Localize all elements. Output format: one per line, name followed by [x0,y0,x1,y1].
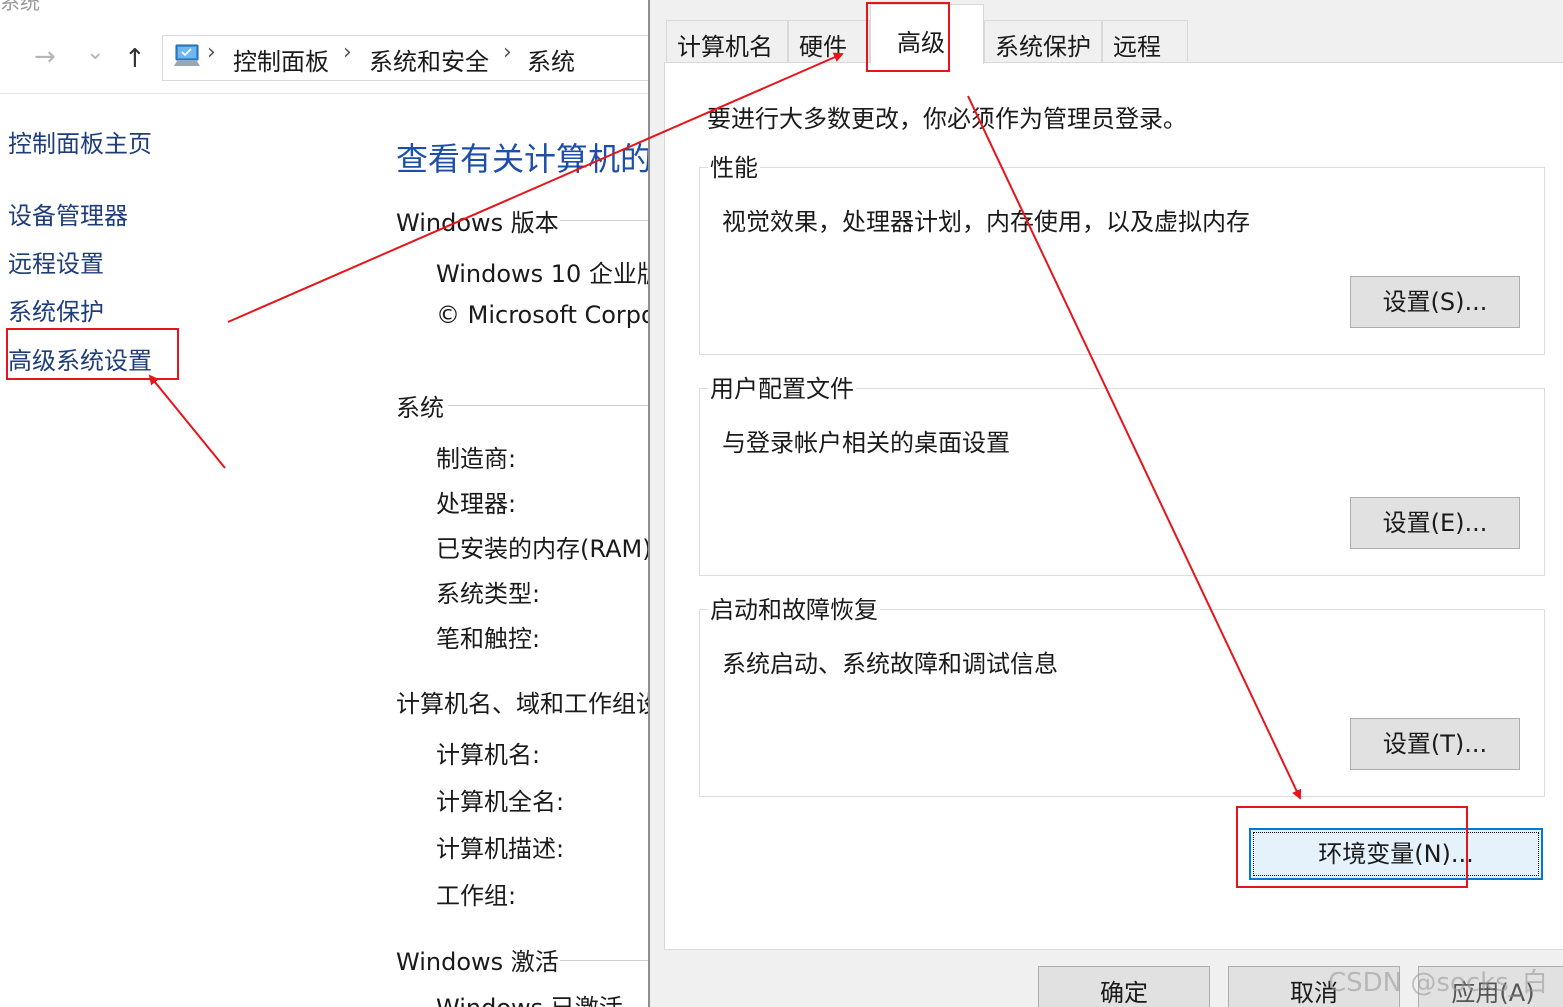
startup-recovery-group: 启动和故障恢复 系统启动、系统故障和调试信息 设置(T)... [699,590,1545,797]
windows-edition-name: Windows 10 企业版 [436,260,650,288]
section-divider [560,220,650,221]
pen-touch-label: 笔和触控: [436,625,541,653]
tab-remote[interactable]: 远程 [1102,20,1188,63]
back-arrow-icon[interactable]: → [34,42,56,72]
up-arrow-icon[interactable]: ↑ [124,44,146,74]
computer-name-header: 计算机名、域和工作组设 [396,690,650,718]
tab-advanced[interactable]: 高级 [870,4,984,64]
header-divider [0,93,650,94]
full-computer-name-label: 计算机全名: [436,788,565,816]
address-bar[interactable]: › 控制面板 › 系统和安全 › 系统 [162,35,650,81]
copyright-text: © Microsoft Corpo [436,301,650,329]
startup-recovery-description: 系统启动、系统故障和调试信息 [722,650,1058,678]
ram-label: 已安装的内存(RAM) [436,535,650,563]
system-header: 系统 [396,394,444,422]
control-panel-window: 系统 → ⌄ ↑ › 控制面板 › 系统和安全 › 系统 控制面板主页 设备管理… [0,0,650,1007]
environment-variables-button[interactable]: 环境变量(N)... [1249,828,1543,880]
sidebar-advanced-system-settings[interactable]: 高级系统设置 [8,341,152,376]
tab-hardware[interactable]: 硬件 [788,20,870,63]
system-type-label: 系统类型: [436,580,541,608]
startup-recovery-settings-button[interactable]: 设置(T)... [1350,718,1520,770]
tab-system-protection[interactable]: 系统保护 [984,20,1102,63]
tab-computer-name[interactable]: 计算机名 [666,20,788,63]
workgroup-label: 工作组: [436,882,517,910]
recent-dropdown-icon[interactable]: ⌄ [86,38,104,68]
user-profiles-legend: 用户配置文件 [708,369,856,404]
performance-description: 视觉效果，处理器计划，内存使用，以及虚拟内存 [722,208,1250,236]
performance-legend: 性能 [708,148,760,183]
breadcrumb-separator: › [503,40,512,65]
user-profiles-group: 用户配置文件 与登录帐户相关的桌面设置 设置(E)... [699,369,1545,576]
breadcrumb-separator: › [207,40,216,65]
windows-edition-header: Windows 版本 [396,209,559,237]
section-divider [560,960,650,961]
system-properties-dialog: 计算机名 硬件 高级 系统保护 远程 要进行大多数更改，你必须作为管理员登录。 … [648,0,1563,1007]
sidebar-device-manager[interactable]: 设备管理器 [8,196,128,231]
performance-settings-button[interactable]: 设置(S)... [1350,276,1520,328]
breadcrumb-system-security[interactable]: 系统和安全 [369,42,489,77]
manufacturer-label: 制造商: [436,445,517,473]
advanced-tab-panel: 要进行大多数更改，你必须作为管理员登录。 性能 视觉效果，处理器计划，内存使用，… [664,62,1563,950]
watermark: CSDN @socks_白 [1328,968,1548,998]
sidebar-control-panel-home[interactable]: 控制面板主页 [8,124,152,159]
breadcrumb-separator: › [343,40,352,65]
processor-label: 处理器: [436,490,517,518]
computer-name-label: 计算机名: [436,741,541,769]
user-profiles-settings-button[interactable]: 设置(E)... [1350,497,1520,549]
window-title: 系统 [0,0,40,14]
activation-status: Windows 已激活 [436,988,623,1007]
breadcrumb-system[interactable]: 系统 [527,42,575,77]
user-profiles-description: 与登录帐户相关的桌面设置 [722,429,1010,457]
page-title: 查看有关计算机的 [396,140,650,178]
performance-group: 性能 视觉效果，处理器计划，内存使用，以及虚拟内存 设置(S)... [699,148,1545,355]
breadcrumb-control-panel[interactable]: 控制面板 [233,42,329,77]
admin-notice: 要进行大多数更改，你必须作为管理员登录。 [707,105,1187,133]
sidebar-system-protection[interactable]: 系统保护 [8,292,104,327]
ok-button[interactable]: 确定 [1038,966,1210,1007]
computer-icon [174,44,200,66]
windows-activation-header: Windows 激活 [396,948,559,976]
sidebar-remote-settings[interactable]: 远程设置 [8,244,104,279]
startup-recovery-legend: 启动和故障恢复 [708,590,880,625]
section-divider [448,405,650,406]
computer-description-label: 计算机描述: [436,835,565,863]
screenshot-stage: 系统 → ⌄ ↑ › 控制面板 › 系统和安全 › 系统 控制面板主页 设备管理… [0,0,1563,1007]
